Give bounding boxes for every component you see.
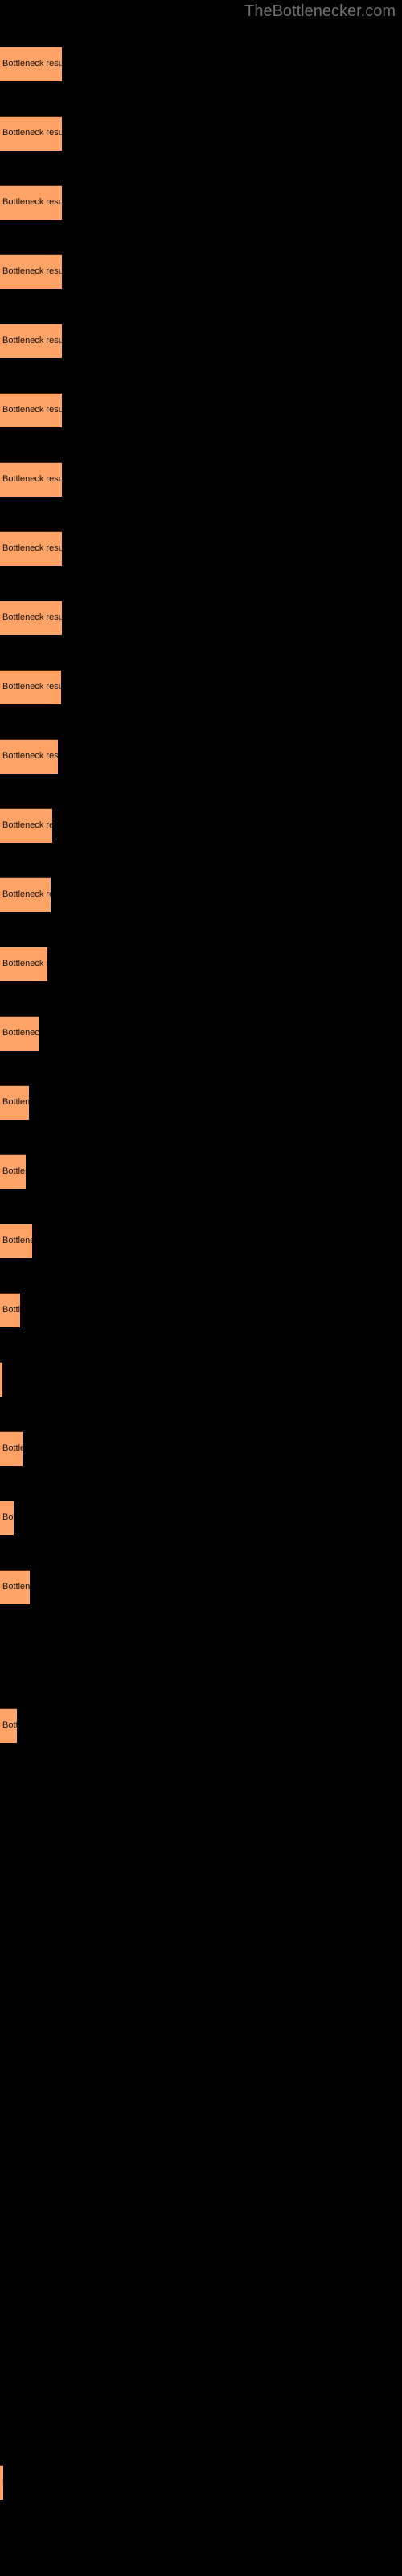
bar-rect [0,254,62,289]
bar-rect [0,670,61,704]
bar-clip: Bottleneck result [0,739,58,774]
bar-item: Bottleneck result [0,393,62,427]
bar-item: Bottleneck result [0,601,62,635]
bar-clip: Bottleneck result [0,670,61,704]
bar-item: Bottleneck result [0,1708,17,1743]
bar-item: Bottleneck result [0,1085,29,1120]
bar-item: Bottleneck result [0,254,62,289]
bar-clip: Bottleneck result [0,47,62,81]
bar-clip: Bottleneck result [0,393,62,427]
bar-rect [0,393,62,427]
bar-clip: Bottleneck result [0,531,62,566]
bar-clip: Bottleneck result [0,1085,29,1120]
bar-clip: Bottleneck result [0,254,62,289]
bar-item: Bottleneck result [0,808,52,843]
bar-item: Bottleneck result [0,1362,2,1397]
bar-clip: Bottleneck result [0,1501,14,1535]
bar-item: Bottleneck result [0,670,61,704]
bar-clip: Bottleneck result [0,1016,39,1051]
bar-clip: Bottleneck result [0,1293,20,1327]
bar-rect [0,531,62,566]
bar-clip: Bottleneck result [0,324,62,358]
bar-rect [0,462,62,497]
bar-item: Bottleneck result [0,1016,39,1051]
bar-clip: Bottleneck result [0,1570,30,1604]
bar-clip: Bottleneck result [0,116,62,151]
bar-item: Bottleneck result [0,1154,26,1189]
bar-clip: Bottleneck result [0,808,52,843]
bar-item: Bottleneck result [0,462,62,497]
bar-rect [0,739,58,774]
bar-clip: Bottleneck result [0,1224,32,1258]
bar-clip: Bottleneck result [0,1154,26,1189]
bar-item: Bottleneck result [0,2465,3,2500]
bar-rect [0,808,52,843]
bar-item: Bottleneck result [0,739,58,774]
bar-rect [0,116,62,151]
bar-item: Bottleneck result [0,1431,23,1466]
bar-rect [0,1224,32,1258]
bar-rect [0,1362,2,1397]
bar-clip: Bottleneck result [0,947,47,981]
bottleneck-bar-chart: TheBottlenecker.com Bottleneck result Bot… [0,0,402,2576]
bar-item: Bottleneck result [0,947,47,981]
bar-item: Bottleneck result [0,1570,30,1604]
bar-rect [0,1501,14,1535]
bar-clip: Bottleneck result [0,185,62,220]
bar-rect [0,2465,3,2500]
bar-item: Bottleneck result [0,47,62,81]
bar-item: Bottleneck result [0,531,62,566]
bar-item: Bottleneck result [0,1224,32,1258]
bar-clip: Bottleneck result [0,601,62,635]
bar-rect [0,947,47,981]
bar-item: Bottleneck result [0,324,62,358]
bar-rect [0,1570,30,1604]
bar-rect [0,1431,23,1466]
bar-clip: Bottleneck result [0,1362,2,1397]
bar-clip: Bottleneck result [0,462,62,497]
bar-rect [0,1016,39,1051]
bar-item: Bottleneck result [0,1501,14,1535]
bar-item: Bottleneck result [0,1293,20,1327]
bar-rect [0,1085,29,1120]
bar-item: Bottleneck result [0,116,62,151]
bar-rect [0,47,62,81]
bar-rect [0,324,62,358]
bar-clip: Bottleneck result [0,1431,23,1466]
bar-series-layer: Bottleneck result Bottleneck result Bottle… [0,0,402,2576]
bar-rect [0,1708,17,1743]
bar-clip: Bottleneck result [0,1708,17,1743]
bar-item: Bottleneck result [0,185,62,220]
bar-rect [0,877,51,912]
bar-rect [0,1293,20,1327]
bar-clip: Bottleneck result [0,877,51,912]
bar-item: Bottleneck result [0,877,51,912]
bar-rect [0,601,62,635]
bar-rect [0,185,62,220]
bar-rect [0,1154,26,1189]
bar-clip: Bottleneck result [0,2465,3,2500]
